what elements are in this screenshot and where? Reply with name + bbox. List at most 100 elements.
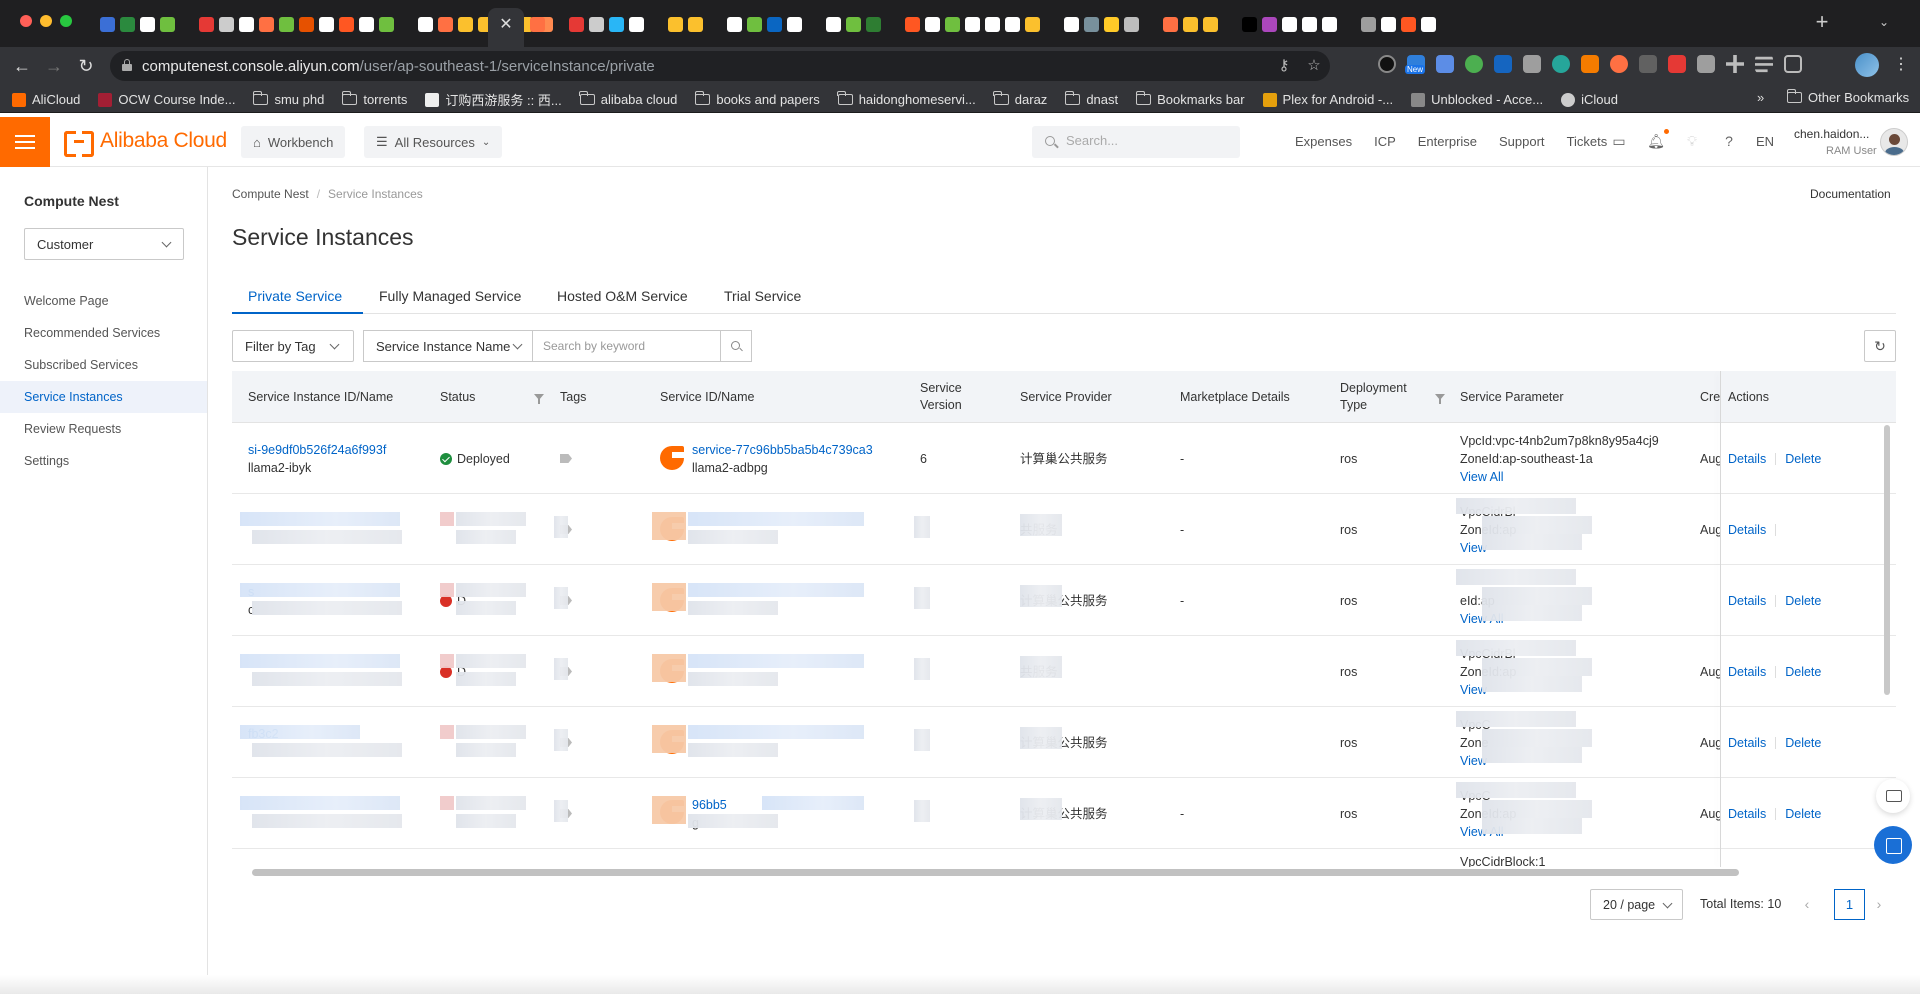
side-panel-icon[interactable]: [1784, 55, 1802, 73]
extension-icon[interactable]: [1436, 55, 1454, 73]
service-id-link[interactable]: service-77c96bb5ba5b4c739ca3: [692, 441, 873, 459]
minimize-window-button[interactable]: [40, 15, 52, 27]
global-search[interactable]: [1032, 126, 1240, 158]
tab-favicon[interactable]: [199, 16, 214, 32]
extension-icon[interactable]: [1494, 55, 1512, 73]
refresh-button[interactable]: ↻: [1864, 330, 1896, 362]
other-bookmarks[interactable]: Other Bookmarks: [1786, 89, 1909, 105]
service-id-link[interactable]: 96bb5: [692, 796, 727, 814]
extension-icon[interactable]: [1552, 55, 1570, 73]
bell-icon[interactable]: 🔔︎: [1647, 132, 1665, 150]
bookmark-item[interactable]: OCW Course Inde...: [98, 92, 235, 107]
header-link-enterprise[interactable]: Enterprise: [1418, 134, 1477, 149]
extension-icon[interactable]: [1581, 55, 1599, 73]
tab-favicon[interactable]: [299, 16, 314, 32]
sidebar-item-service-instances[interactable]: Service Instances: [0, 381, 207, 413]
tab-favicon[interactable]: [259, 16, 274, 32]
tab-favicon[interactable]: [787, 16, 802, 32]
bookmark-item[interactable]: dnast: [1064, 91, 1118, 107]
tab-favicon[interactable]: [1084, 16, 1099, 32]
tab-favicon[interactable]: [458, 16, 473, 32]
tab-favicon[interactable]: [1421, 16, 1436, 32]
bookmark-item[interactable]: iCloud: [1561, 92, 1618, 107]
tab-favicon[interactable]: [530, 16, 545, 32]
bookmarks-overflow-button[interactable]: »: [1757, 90, 1764, 105]
tab-favicon[interactable]: [569, 16, 584, 32]
page-number-current[interactable]: 1: [1834, 889, 1865, 920]
tab-favicon[interactable]: [945, 16, 960, 32]
tab-favicon[interactable]: [846, 16, 861, 32]
alibaba-cloud-logo[interactable]: Alibaba Cloud: [64, 129, 227, 157]
bookmark-item[interactable]: Unblocked - Acce...: [1411, 92, 1543, 107]
bookmark-item[interactable]: smu phd: [252, 91, 324, 107]
sidebar-item-settings[interactable]: Settings: [0, 445, 207, 477]
details-link[interactable]: Details: [1728, 665, 1766, 679]
breadcrumb-compute-nest[interactable]: Compute Nest: [232, 187, 309, 201]
tab-favicon[interactable]: [239, 16, 254, 32]
tab-favicon[interactable]: [589, 16, 604, 32]
tab-favicon[interactable]: [767, 16, 782, 32]
tab-favicon[interactable]: [747, 16, 762, 32]
help-icon[interactable]: ?: [1720, 132, 1738, 150]
language-switch[interactable]: EN: [1756, 134, 1774, 149]
tab-favicon[interactable]: [418, 16, 433, 32]
tab-favicon[interactable]: [985, 16, 1000, 32]
tab-favicon[interactable]: [319, 16, 334, 32]
delete-link[interactable]: Delete: [1785, 736, 1821, 750]
extension-icon[interactable]: [1697, 55, 1715, 73]
maximize-window-button[interactable]: [60, 15, 72, 27]
extension-icon[interactable]: [1668, 55, 1686, 73]
tab-favicon[interactable]: [688, 16, 703, 32]
horizontal-scrollbar-thumb[interactable]: [252, 869, 1739, 876]
next-page-icon[interactable]: ›: [1871, 895, 1887, 913]
sidebar-item-recommended-services[interactable]: Recommended Services: [0, 317, 207, 349]
sidebar-item-subscribed-services[interactable]: Subscribed Services: [0, 349, 207, 381]
lightbulb-icon[interactable]: 💡︎: [1683, 132, 1701, 150]
details-link[interactable]: Details: [1728, 807, 1766, 821]
bookmark-item[interactable]: torrents: [341, 91, 407, 107]
extension-icon[interactable]: [1523, 55, 1541, 73]
tab-favicon[interactable]: [925, 16, 940, 32]
tab-favicon[interactable]: [1381, 16, 1396, 32]
extension-icon[interactable]: [1465, 55, 1483, 73]
user-avatar[interactable]: [1880, 128, 1908, 156]
extension-new[interactable]: New: [1405, 55, 1426, 74]
tab-favicon[interactable]: [1322, 16, 1337, 32]
back-icon[interactable]: ←: [10, 54, 34, 78]
tab-favicon[interactable]: [1124, 16, 1139, 32]
tab-favicon[interactable]: [1302, 16, 1317, 32]
tab-favicon[interactable]: [1005, 16, 1020, 32]
tab-favicon[interactable]: [1282, 16, 1297, 32]
reading-list-icon[interactable]: [1755, 56, 1773, 73]
search-field-select[interactable]: Service Instance Name: [363, 330, 533, 362]
keyword-search[interactable]: [533, 330, 721, 362]
header-link-expenses[interactable]: Expenses: [1295, 134, 1352, 149]
extension-icon[interactable]: [1639, 55, 1657, 73]
tab-fully-managed-service[interactable]: Fully Managed Service: [379, 288, 521, 314]
tab-favicon[interactable]: [279, 16, 294, 32]
all-resources-dropdown[interactable]: ☰ All Resources ⌄: [364, 126, 503, 158]
tab-favicon[interactable]: [866, 16, 881, 32]
bookmark-item[interactable]: haidonghomeservi...: [837, 91, 976, 107]
documentation-link[interactable]: Documentation: [1810, 187, 1891, 201]
page-size-select[interactable]: 20 / page: [1590, 889, 1683, 920]
bookmark-item[interactable]: Plex for Android -...: [1262, 92, 1393, 107]
bookmark-item[interactable]: 订购西游服务 :: 西...: [425, 90, 562, 109]
filter-by-tag-dropdown[interactable]: Filter by Tag: [232, 330, 354, 362]
tab-private-service[interactable]: Private Service: [248, 288, 342, 314]
tab-favicon[interactable]: [1104, 16, 1119, 32]
tab-favicon[interactable]: [438, 16, 453, 32]
role-select[interactable]: Customer: [24, 228, 184, 260]
lock-icon[interactable]: [122, 59, 132, 71]
tab-favicon[interactable]: [140, 16, 155, 32]
key-icon[interactable]: ⚷: [1274, 56, 1294, 76]
new-tab-button[interactable]: +: [1810, 10, 1834, 34]
header-link-tickets[interactable]: Tickets: [1567, 134, 1608, 149]
address-bar[interactable]: computenest.console.aliyun.com/user/ap-s…: [110, 51, 1330, 81]
extension-icon[interactable]: [1610, 55, 1628, 73]
tab-favicon[interactable]: [359, 16, 374, 32]
vertical-scrollbar[interactable]: [1884, 425, 1890, 695]
reload-icon[interactable]: ↻: [74, 54, 98, 78]
tab-favicon[interactable]: [905, 16, 920, 32]
workbench-button[interactable]: ⌂ Workbench: [241, 126, 346, 158]
